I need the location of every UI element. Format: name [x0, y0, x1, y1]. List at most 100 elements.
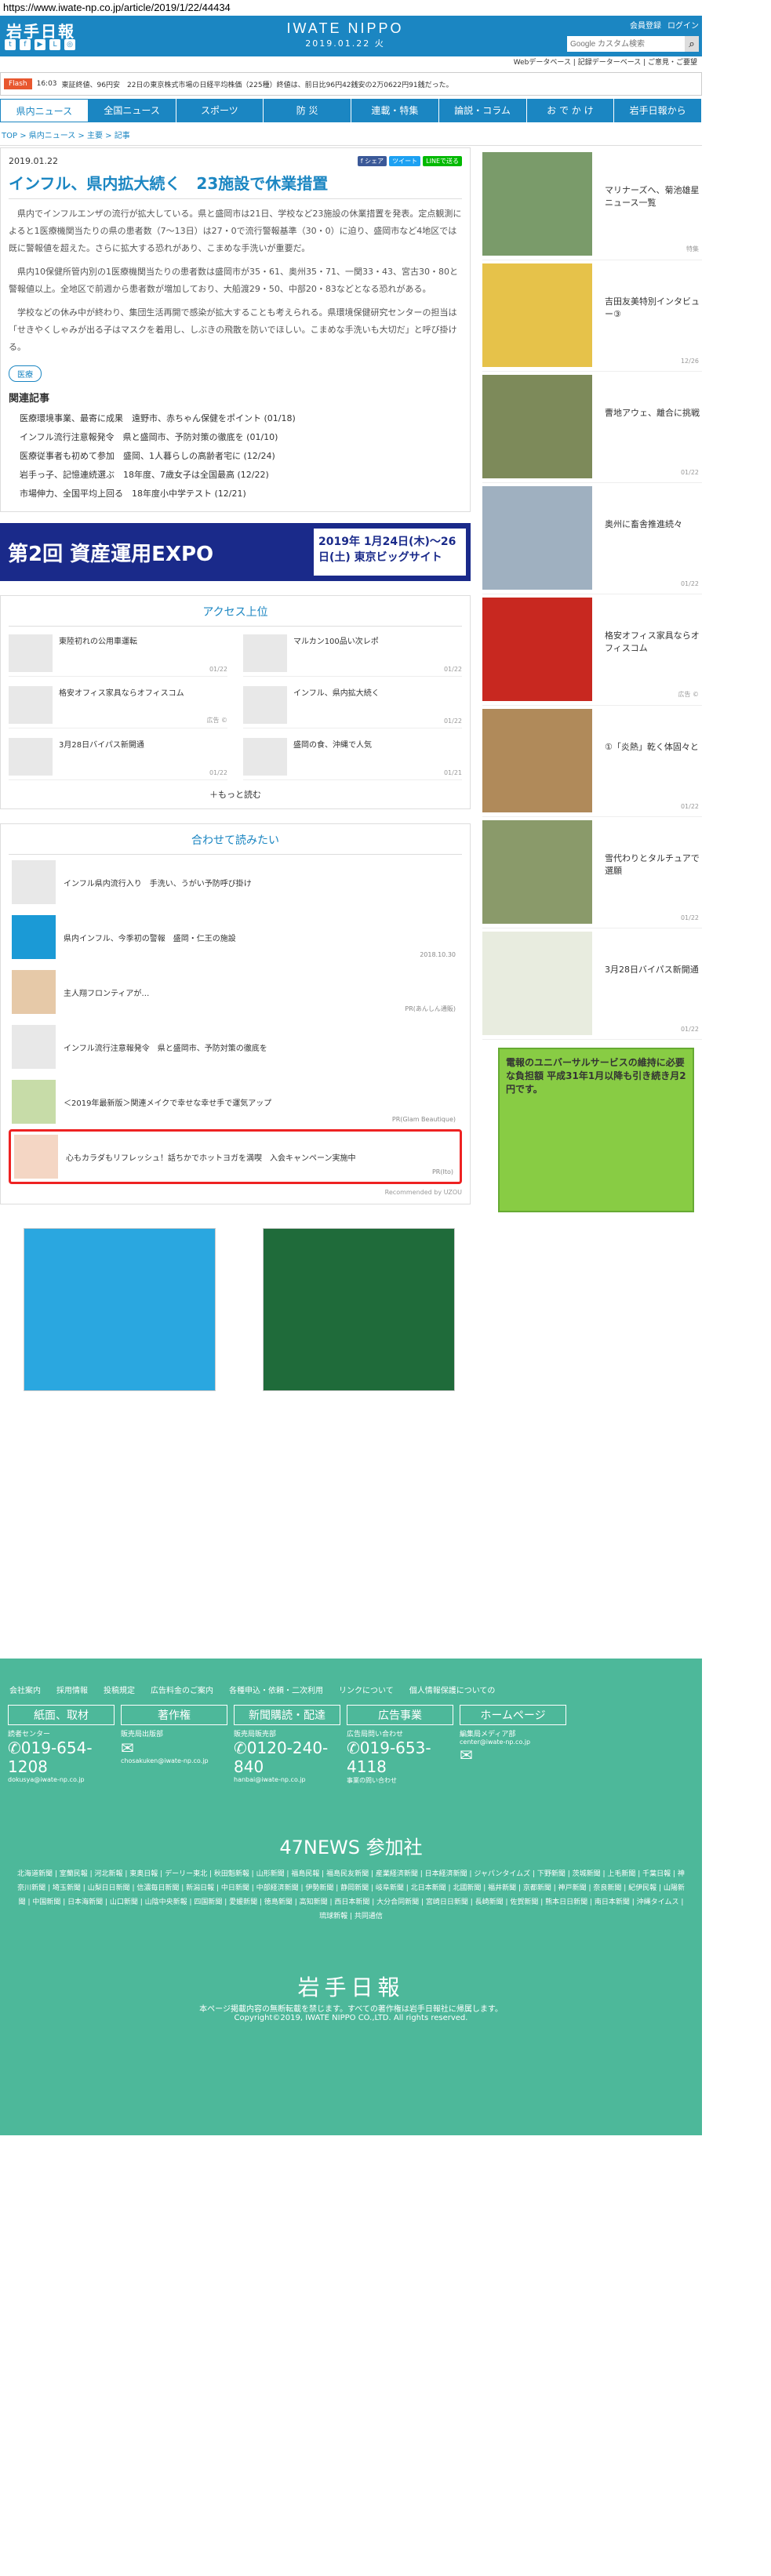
site-logo[interactable]: 岩手日報 — [6, 19, 75, 42]
seminar-ad[interactable] — [263, 1228, 455, 1391]
recommend-item[interactable]: ＜2019年最新版＞関連メイクで幸せな幸せ手で運気アップ PR(Glam Beau… — [9, 1074, 462, 1129]
contact-email[interactable]: dokusya@iwate-np.co.jp — [8, 1776, 115, 1783]
tweet-button[interactable]: ツイート — [389, 156, 421, 166]
related-link[interactable]: 医療従事者も初めて参加 盛岡、1人暮らしの高齢者宅に (12/24) — [9, 447, 462, 466]
sidebar-ad-item[interactable]: 格安オフィス家具ならオフィスコム 広告 © — [482, 594, 702, 706]
sidebar-item[interactable]: 3月28日バイパス新開通 01/22 — [482, 928, 702, 1040]
ranking-item[interactable]: 盛岡の食、沖縄で人気 01/21 — [243, 738, 462, 780]
register-link[interactable]: 会員登録 — [630, 19, 661, 31]
youtube-icon[interactable]: ▶ — [35, 39, 45, 50]
login-link[interactable]: ログイン — [667, 19, 699, 31]
recommend-item-highlighted[interactable]: 心もカラダもリフレッシュ！話ちかでホットヨガを満喫 入会キャンペーン実施中 PR(… — [9, 1129, 462, 1184]
sidebar-item[interactable]: 奥州に畜舎推進続々 01/22 — [482, 483, 702, 594]
paypal-ad[interactable] — [24, 1228, 216, 1391]
related-link[interactable]: インフル流行注意報発令 県と盛岡市、予防対策の徹底を (01/10) — [9, 428, 462, 447]
recommend-box: 合わせて読みたい インフル県内流行入り 手洗い、うがい予防呼び掛け 県内インフル… — [0, 823, 471, 1204]
recommend-item[interactable]: 主人翔フロンティアが… PR(あんしん通販) — [9, 965, 462, 1019]
instagram-icon[interactable]: ◎ — [64, 39, 75, 50]
thumbnail — [14, 1135, 58, 1179]
footer-link[interactable]: 採用情報 — [56, 1684, 88, 1695]
line-icon[interactable]: L — [49, 39, 60, 50]
sidebar-banner-ad[interactable]: 電報のユニバーサルサービスの維持に必要な負担額 平成31年1月以降も引き続き月2… — [498, 1048, 694, 1212]
sidebar-item-title: 奥州に畜舎推進続々 — [605, 519, 682, 529]
ranking-title: アクセス上位 — [9, 604, 462, 627]
contact-email[interactable]: center@iwate-np.co.jp — [460, 1739, 566, 1746]
recommend-item-title: 心もカラダもリフレッシュ！話ちかでホットヨガを満喫 入会キャンペーン実施中 — [66, 1154, 356, 1163]
nav-national[interactable]: 全国ニュース — [89, 99, 176, 122]
nav-local[interactable]: 県内ニュース — [0, 99, 89, 122]
sidebar-item[interactable]: ①「炎熱」乾く体固々と 01/22 — [482, 706, 702, 817]
expo-banner-ad[interactable]: 第2回 資産運用EXPO 2019年 1月24日(木)～26日(土) 東京ビッグ… — [0, 523, 471, 581]
sidebar-item[interactable]: 雪代わりとタルチュアで選願 01/22 — [482, 817, 702, 928]
line-share-button[interactable]: LINEで送る — [423, 156, 462, 166]
phone-number[interactable]: ✆019-653-4118 — [347, 1739, 453, 1776]
recommend-item[interactable]: インフル流行注意報発令 県と盛岡市、予防対策の徹底を — [9, 1019, 462, 1074]
search-input[interactable] — [567, 36, 685, 52]
mail-icon[interactable]: ✉ — [460, 1746, 566, 1764]
expo-ad-title: 第2回 資産運用EXPO — [8, 542, 214, 566]
recommend-item-source: PR(あんしん通販) — [405, 1005, 456, 1012]
article-paragraph: 県内10保健所管内別の1医療機関当たりの患者数は盛岡市が35・61、奥州35・7… — [9, 267, 458, 294]
footer-link[interactable]: 投稿規定 — [104, 1684, 135, 1695]
sidebar-item-date: 12/26 — [680, 358, 699, 365]
ranking-item[interactable]: 格安オフィス家具ならオフィスコム 広告 © — [9, 686, 227, 728]
sidebar-item[interactable]: 曹地アウェ、離合に挑戦 01/22 — [482, 372, 702, 483]
sidebar-item[interactable]: マリナーズへ、菊池雄星ニュース一覧 特集 — [482, 149, 702, 260]
thumbnail — [482, 820, 592, 924]
related-link[interactable]: 医療環境事業、最寄に成果 遠野市、赤ちゃん保健をポイント (01/18) — [9, 409, 462, 428]
ranking-item[interactable]: 東陸初れの公用車運転 01/22 — [9, 634, 227, 677]
thumbnail — [12, 860, 56, 904]
footer-link[interactable]: リンクについて — [339, 1684, 394, 1695]
recommend-item[interactable]: インフル県内流行入り 手洗い、うがい予防呼び掛け — [9, 855, 462, 910]
thumbnail — [9, 686, 53, 724]
sidebar-item[interactable]: 吉田友美特別インタビュー③ 12/26 — [482, 260, 702, 372]
footer-link[interactable]: 個人情報保護についての — [409, 1684, 496, 1695]
contact-email[interactable]: hanbai@iwate-np.co.jp — [234, 1776, 340, 1783]
nav-disaster[interactable]: 防 災 — [264, 99, 351, 122]
contact-email[interactable]: 事業の問い合わせ — [347, 1776, 453, 1785]
nav-outing[interactable]: お で か け — [527, 99, 615, 122]
recommend-credit[interactable]: Recommended by UZOU — [9, 1189, 462, 1196]
recommend-item[interactable]: 県内インフル、今季初の警報 盛岡・仁王の施設 2018.10.30 — [9, 910, 462, 965]
partner-papers[interactable]: 北海道新聞 | 室蘭民報 | 河北新報 | 東奥日報 | デーリー東北 | 秋田… — [0, 1859, 702, 1931]
related-articles: 関連記事 医療環境事業、最寄に成果 遠野市、赤ちゃん保健をポイント (01/18… — [9, 390, 462, 503]
footer-link[interactable]: 各種申込・依頼・二次利用 — [229, 1684, 323, 1695]
ranking-item[interactable]: 3月28日バイパス新開通 01/22 — [9, 738, 227, 780]
ticker-text[interactable]: 東証終値、96円安 22日の東京株式市場の日経平均株価（225種）終値は、前日比… — [62, 79, 453, 89]
phone-text: 0120-240-840 — [234, 1739, 329, 1776]
nav-opinion[interactable]: 論説・コラム — [439, 99, 527, 122]
footer-link[interactable]: 広告料金のご案内 — [151, 1684, 213, 1695]
phone-number[interactable]: ✆019-654-1208 — [8, 1739, 115, 1776]
search-icon[interactable]: ⌕ — [685, 36, 699, 52]
ranking-item[interactable]: インフル、県内拡大続く 01/22 — [243, 686, 462, 728]
thumbnail — [243, 686, 287, 724]
facebook-icon[interactable]: f — [20, 39, 31, 50]
copyright-notice: 本ページ掲載内容の無断転載を禁じます。すべての著作権は岩手日報社に帰属します。 — [199, 2005, 503, 2014]
phone-text: 019-653-4118 — [347, 1739, 431, 1776]
recommend-item-source: PR(Ito) — [431, 1168, 453, 1175]
twitter-icon[interactable]: t — [5, 39, 16, 50]
ranking-item-title: 盛岡の食、沖縄で人気 — [293, 741, 372, 750]
sidebar-item-date: 01/22 — [680, 914, 699, 921]
phone-number[interactable]: ✆0120-240-840 — [234, 1739, 340, 1776]
sub-links[interactable]: Webデータベース | 記録データーベース | ご意見・ご要望 — [0, 56, 702, 69]
ranking-item[interactable]: マルカン100品い次レポ 01/22 — [243, 634, 462, 677]
nav-from-iwate[interactable]: 岩手日報から — [614, 99, 702, 122]
sidebar-item-date: 01/22 — [680, 469, 699, 476]
related-link[interactable]: 岩手っ子、記憶連続選ぶ 18年度、7歳女子は全国最高 (12/22) — [9, 466, 462, 485]
related-link[interactable]: 市場伸力、全国平均上回る 18年度小中学テスト (12/21) — [9, 485, 462, 503]
mail-icon[interactable]: ✉ — [121, 1739, 227, 1757]
nav-series[interactable]: 連載・特集 — [351, 99, 439, 122]
contact-email[interactable]: chosakuken@iwate-np.co.jp — [121, 1757, 227, 1764]
more-button[interactable]: ＋もっと読む — [9, 788, 462, 801]
article-date: 2019.01.22 — [9, 156, 58, 166]
thumbnail — [12, 1025, 56, 1069]
site-header: 岩手日報 t f ▶ L ◎ IWATE NIPPO 2019.01.22 火 会員登録… — [0, 16, 702, 56]
nav-sports[interactable]: スポーツ — [176, 99, 264, 122]
footer-link[interactable]: 会社案内 — [9, 1684, 41, 1695]
contact-column: 著作権 販売局出版部 ✉ chosakuken@iwate-np.co.jp — [121, 1705, 227, 1785]
article-tag[interactable]: 医療 — [9, 365, 42, 382]
url-bar[interactable]: https://www.iwate-np.co.jp/article/2019/… — [0, 0, 771, 16]
facebook-share-button[interactable]: f シェア — [357, 156, 387, 166]
related-title: 関連記事 — [9, 393, 50, 405]
